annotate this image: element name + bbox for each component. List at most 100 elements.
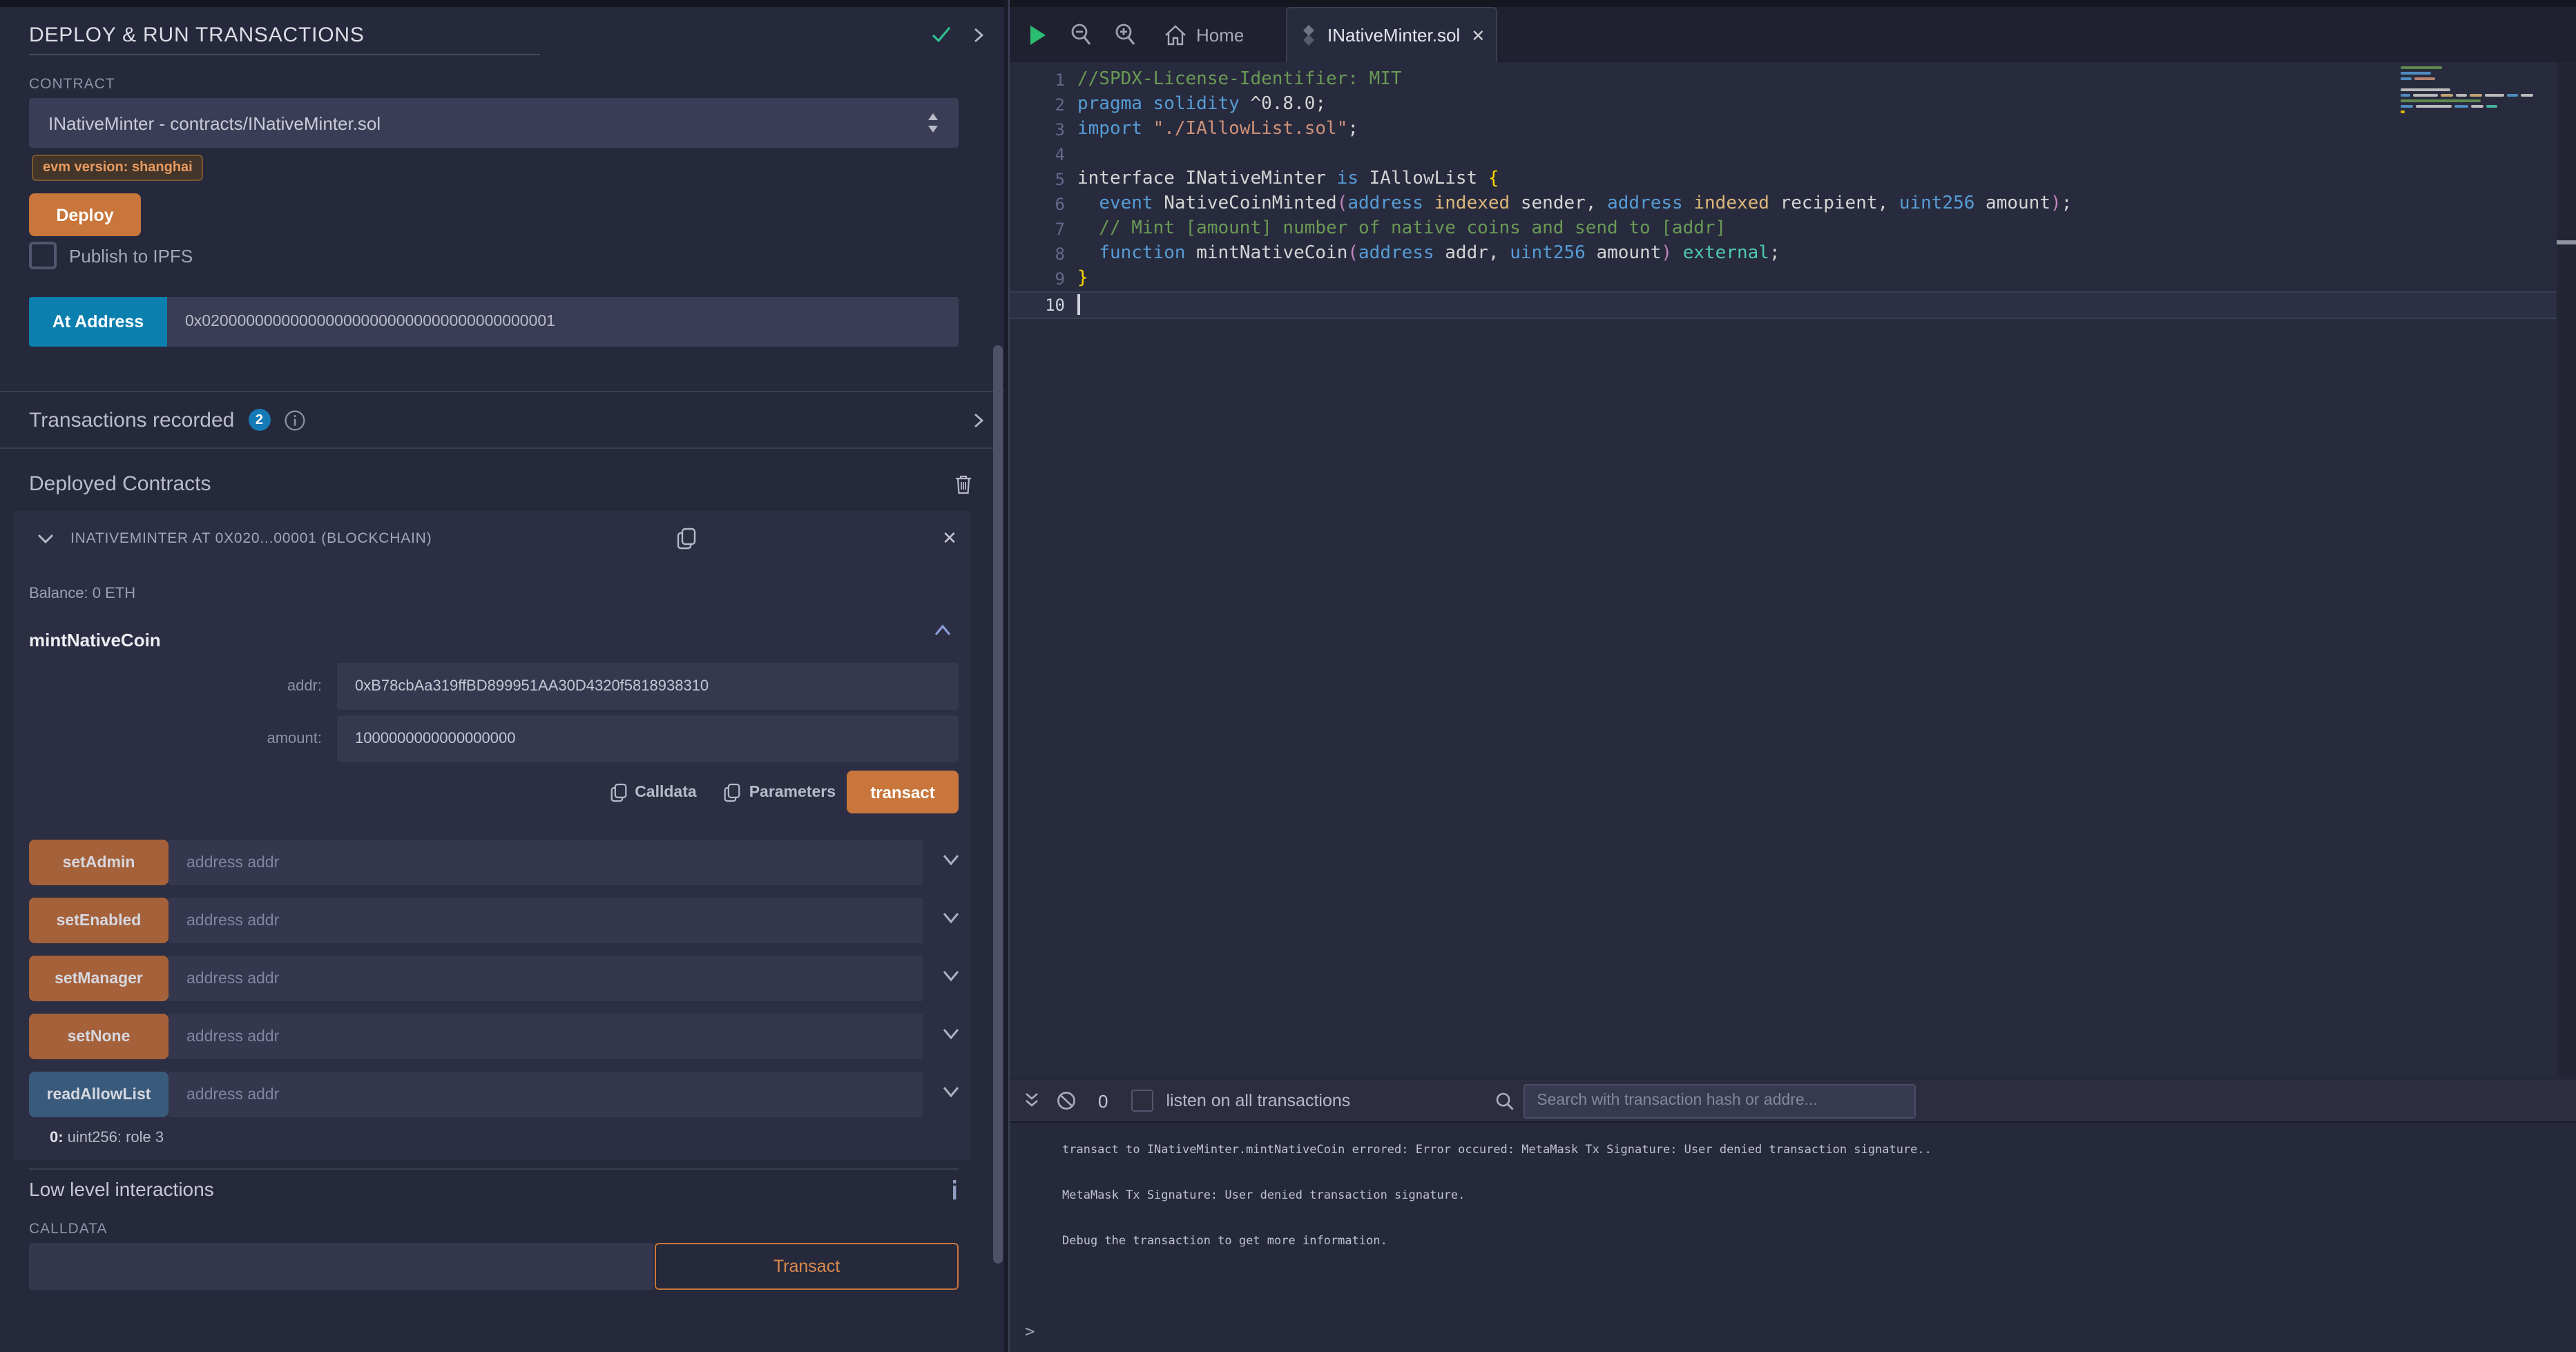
transactions-recorded-label: Transactions recorded — [29, 408, 234, 432]
function-row: readAllowList — [29, 1072, 963, 1117]
expanded-function-name: mintNativeCoin — [29, 630, 161, 650]
publish-ipfs-label: Publish to IPFS — [69, 245, 193, 266]
tab-home-label: Home — [1196, 24, 1244, 45]
function-actions: Calldata Parameters — [610, 771, 836, 813]
field-input[interactable] — [337, 663, 959, 710]
panel-divider[interactable] — [1004, 0, 1010, 1352]
code-line[interactable]: 1//SPDX-License-Identifier: MIT — [1010, 68, 2557, 93]
search-icon — [1495, 1092, 1513, 1110]
calldata-label: CALLDATA — [29, 1221, 107, 1237]
code-text: interface INativeMinter is IAllowList { — [1077, 167, 1499, 192]
chevron-down-icon[interactable] — [942, 853, 960, 866]
publish-ipfs-checkbox[interactable] — [29, 242, 57, 269]
solidity-file-icon — [1301, 25, 1316, 46]
setNone-input[interactable] — [169, 1014, 923, 1059]
setEnabled-input[interactable] — [169, 898, 923, 943]
terminal-log-line: Debug the transaction to get more inform… — [1062, 1235, 1387, 1248]
setManager-input[interactable] — [169, 956, 923, 1001]
code-line[interactable]: 8 function mintNativeCoin(address addr, … — [1010, 242, 2557, 267]
panel-expand-icon[interactable] — [974, 27, 983, 42]
code-line[interactable]: 5 interface INativeMinter is IAllowList { — [1010, 167, 2557, 192]
calldata-copy-action[interactable]: Calldata — [610, 782, 697, 802]
tab-inativeminter[interactable]: INativeMinter.sol ✕ — [1286, 7, 1497, 62]
transactions-expand-icon[interactable] — [974, 412, 983, 427]
function-row: setManager — [29, 956, 963, 1001]
setNone-button[interactable]: setNone — [29, 1014, 169, 1059]
code-editor[interactable]: 1//SPDX-License-Identifier: MIT2pragma s… — [1010, 62, 2576, 1077]
tab-inativeminter-label: INativeMinter.sol — [1327, 25, 1460, 46]
parameters-copy-action[interactable]: Parameters — [724, 782, 836, 802]
contract-label: CONTRACT — [29, 76, 115, 93]
text-cursor — [1077, 294, 1079, 315]
listen-all-label: listen on all transactions — [1166, 1091, 1350, 1110]
call-output-index: 0: — [50, 1130, 64, 1146]
deployed-contract-card: INATIVEMINTER AT 0X020...00001 (BLOCKCHA… — [14, 511, 971, 1160]
tab-close-icon[interactable]: ✕ — [1471, 26, 1485, 45]
line-number: 6 — [1010, 192, 1065, 217]
transact-button[interactable]: transact — [847, 771, 959, 813]
low-level-transact-button[interactable]: Transact — [655, 1243, 959, 1290]
remix-ide-window: DEPLOY & RUN TRANSACTIONS CONTRACT INati… — [0, 0, 2576, 1352]
deployed-contracts-heading: Deployed Contracts — [0, 463, 1004, 504]
chevron-down-icon[interactable] — [942, 911, 960, 924]
editor-minimap[interactable] — [2401, 66, 2555, 116]
chevron-down-icon[interactable] — [942, 969, 960, 982]
remove-contract-icon[interactable]: ✕ — [942, 528, 957, 550]
readAllowList-input[interactable] — [169, 1072, 923, 1117]
chevron-down-icon[interactable] — [942, 1085, 960, 1098]
header-underline — [29, 54, 540, 55]
line-number: 4 — [1010, 142, 1065, 167]
zoom-in-icon[interactable] — [1115, 23, 1135, 46]
zoom-out-icon[interactable] — [1070, 23, 1091, 46]
panel-scrollbar[interactable] — [993, 345, 1003, 1264]
deploy-button[interactable]: Deploy — [29, 193, 141, 236]
evm-version-badge: evm version: shanghai — [32, 155, 204, 181]
code-text: pragma solidity ^0.8.0; — [1077, 93, 1326, 117]
readAllowList-button[interactable]: readAllowList — [29, 1072, 169, 1117]
terminal-prompt[interactable]: > — [1025, 1322, 1035, 1341]
line-number: 10 — [1010, 293, 1065, 318]
line-number: 9 — [1010, 267, 1065, 291]
clear-console-icon[interactable] — [1057, 1091, 1076, 1110]
terminal-search-input[interactable] — [1523, 1083, 1915, 1118]
page-title: DEPLOY & RUN TRANSACTIONS — [29, 23, 365, 46]
contract-select[interactable]: INativeMinter - contracts/INativeMinter.… — [29, 98, 959, 148]
setManager-button[interactable]: setManager — [29, 956, 169, 1001]
code-line[interactable]: 3import "./IAllowList.sol"; — [1010, 117, 2557, 142]
at-address-button[interactable]: At Address — [29, 297, 167, 347]
code-line[interactable]: 7 // Mint [amount] number of native coin… — [1010, 217, 2557, 242]
calldata-input[interactable] — [29, 1243, 653, 1290]
code-line[interactable]: 10 — [1010, 291, 2557, 319]
code-line[interactable]: 2pragma solidity ^0.8.0; — [1010, 93, 2557, 117]
field-input[interactable] — [337, 715, 959, 762]
code-text: event NativeCoinMinted(address indexed s… — [1077, 192, 2072, 217]
setAdmin-input[interactable] — [169, 840, 923, 885]
contract-select-value: INativeMinter - contracts/INativeMinter.… — [48, 113, 381, 133]
terminal-collapse-icon[interactable] — [1025, 1092, 1039, 1109]
transactions-recorded-section[interactable]: Transactions recorded 2 — [0, 391, 1004, 449]
deployed-contracts-label: Deployed Contracts — [29, 472, 211, 495]
copy-icon[interactable] — [677, 528, 697, 550]
chevron-down-icon[interactable] — [37, 533, 54, 544]
code-line[interactable]: 4 — [1010, 142, 2557, 167]
field-label: addr: — [97, 663, 322, 710]
listen-all-checkbox[interactable] — [1131, 1090, 1153, 1112]
contract-card-header[interactable]: INATIVEMINTER AT 0X020...00001 (BLOCKCHA… — [14, 522, 971, 555]
terminal-toolbar: 0 listen on all transactions — [1010, 1080, 2576, 1123]
run-script-icon[interactable] — [1029, 24, 1047, 45]
code-line[interactable]: 6 event NativeCoinMinted(address indexed… — [1010, 192, 2557, 217]
setAdmin-button[interactable]: setAdmin — [29, 840, 169, 885]
at-address-input[interactable] — [167, 297, 959, 347]
trash-icon[interactable] — [954, 473, 972, 494]
at-address-row: At Address — [29, 297, 959, 347]
setEnabled-button[interactable]: setEnabled — [29, 898, 169, 943]
chevron-down-icon[interactable] — [942, 1027, 960, 1040]
editor-scroll-gutter[interactable] — [2557, 62, 2576, 1077]
call-output-value: uint256: role 3 — [64, 1130, 164, 1146]
code-line[interactable]: 9} — [1010, 267, 2557, 291]
function-row: setAdmin — [29, 840, 963, 885]
low-level-divider — [29, 1168, 959, 1170]
chevron-up-icon[interactable] — [934, 624, 952, 637]
line-number: 5 — [1010, 167, 1065, 192]
tab-home[interactable]: Home — [1164, 7, 1244, 62]
